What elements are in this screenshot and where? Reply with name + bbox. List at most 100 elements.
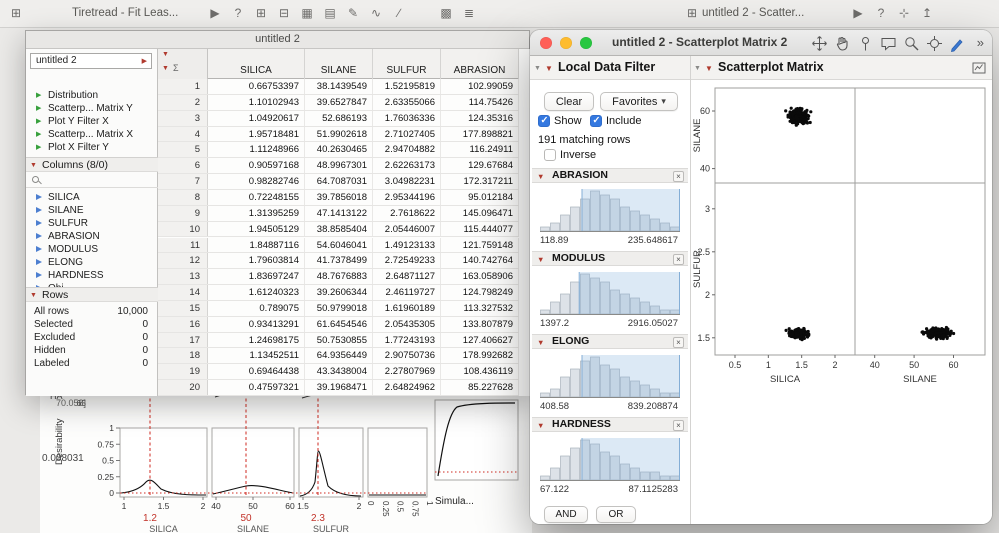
toolbar-overflow-chevron[interactable]: » [977, 30, 984, 55]
table-cell[interactable]: 0.69464438 [208, 364, 305, 379]
table-cell[interactable]: 124.798249 [441, 285, 519, 300]
close-filter-icon[interactable]: × [673, 254, 684, 265]
row-number[interactable]: 16 [158, 317, 208, 332]
filter-histogram[interactable] [540, 436, 680, 482]
table-row[interactable]: 111.8488711654.60460411.49123133121.7591… [158, 238, 519, 254]
sidebar-column-item[interactable]: ABRASION [26, 230, 158, 243]
table-cell[interactable]: 43.3438004 [305, 364, 373, 379]
row-stat[interactable]: All rows10,000 [26, 305, 158, 318]
table-cell[interactable]: 178.992682 [441, 348, 519, 363]
histogram-bar[interactable] [551, 468, 560, 480]
table-window-titlebar[interactable]: untitled 2 [26, 31, 529, 49]
red-triangle-icon[interactable]: ▶ [142, 58, 147, 65]
table-cell[interactable]: 2.90750736 [373, 348, 441, 363]
table-cell[interactable]: 124.35316 [441, 111, 519, 126]
row-number[interactable]: 18 [158, 348, 208, 363]
filter-card-header[interactable]: ▼ABRASION× [532, 168, 688, 183]
row-number[interactable]: 10 [158, 222, 208, 237]
move-tool-icon[interactable] [811, 35, 828, 52]
close-filter-icon[interactable]: × [673, 420, 684, 431]
histogram-bar[interactable] [541, 393, 550, 397]
profiler-current-value[interactable]: 1.2 [143, 513, 157, 524]
table-row[interactable]: 60.9059716848.99673012.62263173129.67684 [158, 158, 519, 174]
rows-panel-header[interactable]: ▼ Rows [26, 287, 158, 302]
zoom-button[interactable] [580, 37, 592, 49]
show-checkbox[interactable]: Show [538, 115, 582, 127]
table-row[interactable]: 51.1124896640.26304652.94704882116.24911 [158, 142, 519, 158]
row-number[interactable]: 20 [158, 380, 208, 395]
red-triangle-icon[interactable]: ▼ [537, 339, 544, 347]
table-cell[interactable]: 54.6046041 [305, 238, 373, 253]
close-filter-icon[interactable]: × [673, 337, 684, 348]
table-cell[interactable]: 129.67684 [441, 158, 519, 173]
filter-histogram[interactable] [540, 353, 680, 399]
table-cell[interactable]: 133.807879 [441, 317, 519, 332]
favorites-button[interactable]: Favorites [600, 92, 678, 111]
table-cell[interactable]: 163.058906 [441, 269, 519, 284]
window-titlebar[interactable]: untitled 2 - Scatterplot Matrix 2 » [530, 30, 992, 56]
filter-histogram[interactable] [540, 187, 680, 233]
table-cell[interactable]: 2.94704882 [373, 142, 441, 157]
row-number[interactable]: 13 [158, 269, 208, 284]
row-number[interactable]: 11 [158, 238, 208, 253]
row-number[interactable]: 12 [158, 253, 208, 268]
table-cell[interactable]: 113.327532 [441, 301, 519, 316]
table-cell[interactable]: 1.95718481 [208, 127, 305, 142]
table-cell[interactable]: 1.94505129 [208, 222, 305, 237]
red-triangle-icon[interactable]: ▼ [537, 173, 544, 181]
window-list-icon[interactable]: ≣ [459, 0, 479, 27]
magnifier-tool-icon[interactable] [903, 35, 920, 52]
collapse-icon[interactable]: ▼ [694, 65, 701, 72]
table-cell[interactable]: 64.9356449 [305, 348, 373, 363]
table-cell[interactable]: 1.52195819 [373, 79, 441, 94]
row-number[interactable]: 9 [158, 206, 208, 221]
columns-red-triangle-icon[interactable]: ▼ [162, 65, 169, 72]
table-cell[interactable]: 40.2630465 [305, 142, 373, 157]
histogram-bar[interactable] [571, 282, 580, 314]
table-cell[interactable]: 51.9902618 [305, 127, 373, 142]
row-stat[interactable]: Selected0 [26, 318, 158, 331]
table-cell[interactable]: 1.24698175 [208, 333, 305, 348]
columns-panel-header[interactable]: ▼ Columns (8/0) [26, 157, 158, 172]
table-cell[interactable]: 0.789075 [208, 301, 305, 316]
brush-tool-icon[interactable] [949, 35, 966, 52]
row-number[interactable]: 6 [158, 158, 208, 173]
histogram-bar[interactable] [571, 207, 580, 231]
table-row[interactable]: 41.9571848151.99026182.71027405177.89882… [158, 127, 519, 143]
table-row[interactable]: 70.9828274664.70870313.04982231172.31721… [158, 174, 519, 190]
red-triangle-icon[interactable]: ▼ [537, 256, 544, 264]
run-script-icon[interactable]: ▶ [205, 0, 225, 27]
minimize-button[interactable] [560, 37, 572, 49]
table-cell[interactable]: 50.9799018 [305, 301, 373, 316]
table-cell[interactable]: 115.444077 [441, 222, 519, 237]
table-cell[interactable]: 0.72248155 [208, 190, 305, 205]
table-cell[interactable]: 39.6527847 [305, 95, 373, 110]
table-cell[interactable]: 2.62263173 [373, 158, 441, 173]
histogram-bar[interactable] [541, 476, 550, 480]
column-search-field[interactable] [26, 173, 158, 188]
table-cell[interactable]: 2.7618622 [373, 206, 441, 221]
table-row[interactable]: 150.78907550.97990181.61960189113.327532 [158, 301, 519, 317]
table-row[interactable]: 190.6946443843.34380042.27807969108.4361… [158, 364, 519, 380]
sidebar-script-item[interactable]: ▶Scatterp... Matrix X [26, 128, 158, 141]
table-cell[interactable]: 1.83697247 [208, 269, 305, 284]
lasso-icon[interactable]: ∿ [366, 0, 386, 27]
table-cell[interactable]: 1.61960189 [373, 301, 441, 316]
table-cell[interactable]: 114.75426 [441, 95, 519, 110]
save-icon[interactable]: ▦ [297, 0, 317, 27]
row-number[interactable]: 17 [158, 333, 208, 348]
and-button[interactable]: AND [544, 506, 588, 523]
include-checkbox[interactable]: Include [590, 115, 641, 127]
table-cell[interactable]: 2.95344196 [373, 190, 441, 205]
table-row[interactable]: 131.8369724748.76768832.64871127163.0589… [158, 269, 519, 285]
annotate-tool-icon[interactable] [880, 35, 897, 52]
row-number[interactable]: 5 [158, 142, 208, 157]
row-number[interactable]: 8 [158, 190, 208, 205]
profiler-current-value[interactable]: 50 [240, 513, 252, 524]
table-cell[interactable]: 108.436119 [441, 364, 519, 379]
histogram-bar[interactable] [561, 377, 570, 397]
print-icon[interactable]: ▤ [320, 0, 340, 27]
scatterplot-matrix-header[interactable]: ▼ ▼ Scatterplot Matrix [690, 56, 992, 80]
table-cell[interactable]: 2.71027405 [373, 127, 441, 142]
table-cell[interactable]: 61.6454546 [305, 317, 373, 332]
